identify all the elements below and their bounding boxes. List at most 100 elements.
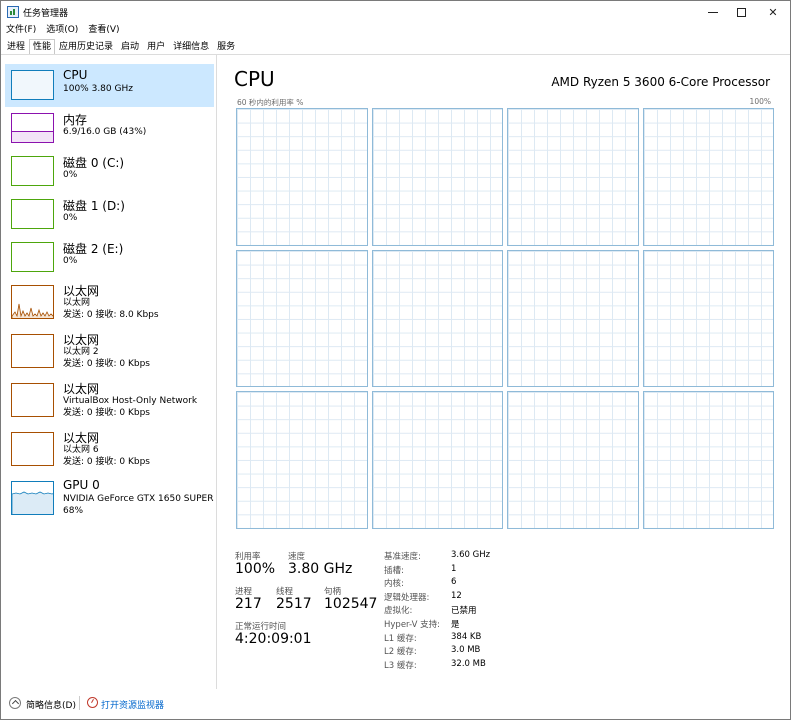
sidebar-item-title: 磁盘 1 (D:) — [63, 199, 125, 213]
fewer-details-link[interactable]: 简略信息(D) — [26, 698, 76, 711]
handles-value: 102547 — [324, 596, 378, 612]
spec-value: 384 KB — [451, 631, 482, 642]
tab-performance[interactable]: 性能 — [29, 39, 56, 55]
tab-bar: 进程 性能 应用历史记录 启动 用户 详细信息 服务 — [3, 39, 239, 55]
logical-processor-graph — [371, 108, 503, 246]
sidebar-item-disk-0[interactable]: 磁盘 0 (C:) 0% — [5, 150, 214, 193]
spec-label: 逻辑处理器: — [384, 592, 430, 603]
gpu-thumbnail-graph — [11, 481, 54, 515]
sidebar-item-memory[interactable]: 内存 6.9/16.0 GB (43%) — [5, 107, 214, 150]
processor-name: AMD Ryzen 5 3600 6-Core Processor — [551, 75, 770, 89]
sidebar-item-subtitle: 以太网 2 — [63, 347, 99, 357]
spec-value: 3.60 GHz — [451, 550, 491, 560]
open-resource-monitor-link[interactable]: 打开资源监视器 — [101, 698, 164, 711]
spec-label: L2 缓存: — [384, 647, 417, 658]
sidebar-item-subtitle: VirtualBox Host-Only Network — [63, 396, 198, 406]
sidebar-item-subtitle: NVIDIA GeForce GTX 1650 SUPER — [63, 494, 214, 504]
ethernet-thumbnail-graph — [11, 285, 54, 319]
sidebar-item-subtitle: 以太网 6 — [63, 445, 99, 455]
tab-startup[interactable]: 启动 — [117, 39, 143, 55]
disk-thumbnail-graph — [11, 199, 54, 229]
menu-view[interactable]: 查看(V) — [88, 23, 119, 39]
menu-options[interactable]: 选项(O) — [46, 23, 78, 39]
spec-value: 是 — [451, 620, 460, 630]
sidebar-item-title: 磁盘 2 (E:) — [63, 242, 124, 256]
disk-thumbnail-graph — [11, 156, 54, 186]
close-icon[interactable]: ✕ — [758, 1, 788, 23]
memory-thumbnail-graph — [11, 113, 54, 143]
processes-value: 217 — [235, 596, 262, 612]
spec-label: 虚拟化: — [384, 606, 413, 617]
title-bar: 任务管理器 ✕ — [1, 1, 790, 23]
spec-value: 1 — [451, 563, 457, 574]
logical-processor-graph — [371, 391, 503, 529]
sidebar-item-title: CPU — [63, 68, 88, 82]
spec-label: 基准速度: — [384, 552, 421, 562]
ethernet-thumbnail-graph — [11, 383, 54, 417]
page-title: CPU — [234, 67, 275, 91]
menu-file[interactable]: 文件(F) — [6, 23, 36, 39]
sidebar-item-subtitle: 以太网 — [63, 298, 91, 308]
spec-value: 6 — [451, 577, 457, 588]
maximize-icon[interactable] — [726, 1, 756, 23]
sidebar-item-disk-1[interactable]: 磁盘 1 (D:) 0% — [5, 193, 214, 236]
sidebar-item-title: 以太网 — [63, 333, 100, 347]
spec-value: 32.0 MB — [451, 658, 486, 669]
chevron-up-icon[interactable] — [9, 697, 21, 709]
resource-sidebar: CPU 100% 3.80 GHz 内存 6.9/16.0 GB (43%) 磁… — [1, 55, 217, 689]
spec-value: 3.0 MB — [451, 645, 481, 656]
resource-monitor-icon[interactable] — [87, 697, 98, 708]
sidebar-item-throughput: 发送: 0 接收: 0 Kbps — [63, 408, 150, 418]
logical-processor-graph — [236, 391, 368, 529]
spec-label: Hyper-V 支持: — [384, 620, 440, 630]
spec-label: 内核: — [384, 579, 404, 590]
logical-processor-graph — [642, 108, 774, 246]
tab-app-history[interactable]: 应用历史记录 — [55, 39, 117, 55]
sidebar-item-ethernet-2[interactable]: 以太网 以太网 2 发送: 0 接收: 0 Kbps — [5, 328, 214, 377]
sidebar-item-throughput: 发送: 0 接收: 8.0 Kbps — [63, 310, 159, 320]
sidebar-item-disk-2[interactable]: 磁盘 2 (E:) 0% — [5, 236, 214, 279]
spec-value: 12 — [451, 590, 462, 601]
sidebar-item-ethernet-6[interactable]: 以太网 以太网 6 发送: 0 接收: 0 Kbps — [5, 426, 214, 475]
sidebar-item-title: 以太网 — [63, 284, 100, 298]
sidebar-item-cpu[interactable]: CPU 100% 3.80 GHz — [5, 64, 214, 107]
sidebar-item-title: GPU 0 — [63, 478, 100, 492]
minimize-icon[interactable] — [698, 1, 728, 23]
logical-processor-graph — [642, 249, 774, 388]
sidebar-item-ethernet[interactable]: 以太网 以太网 发送: 0 接收: 8.0 Kbps — [5, 279, 214, 328]
speed-value: 3.80 GHz — [288, 561, 353, 577]
sidebar-item-utilization: 68% — [63, 506, 84, 516]
spec-label: 插槽: — [384, 565, 404, 576]
spec-value: 已禁用 — [451, 606, 477, 617]
task-manager-window: 任务管理器 ✕ 文件(F) 选项(O) 查看(V) 进程 性能 应用历史记录 启… — [0, 0, 791, 720]
tab-processes[interactable]: 进程 — [3, 39, 29, 55]
logical-processor-graph — [371, 249, 503, 388]
spec-label: L1 缓存: — [384, 633, 417, 644]
task-manager-app-icon — [7, 6, 19, 18]
uptime-value: 4:20:09:01 — [235, 631, 312, 647]
logical-processor-graph — [507, 108, 639, 246]
sidebar-item-subtitle: 0% — [63, 170, 78, 180]
ethernet-thumbnail-graph — [11, 432, 54, 466]
graph-axis-caption: 60 秒内的利用率 % — [237, 98, 304, 107]
sidebar-item-subtitle: 0% — [63, 256, 78, 266]
ethernet-thumbnail-graph — [11, 334, 54, 368]
utilization-value: 100% — [235, 561, 276, 577]
sidebar-item-title: 磁盘 0 (C:) — [63, 156, 125, 170]
logical-processor-graph — [507, 249, 639, 388]
tab-details[interactable]: 详细信息 — [169, 39, 213, 55]
footer-divider — [79, 696, 80, 710]
threads-value: 2517 — [276, 596, 312, 612]
graph-axis-max: 100% — [749, 97, 771, 106]
footer-bar: 简略信息(D) 打开资源监视器 — [1, 691, 790, 719]
cpu-thumbnail-graph — [11, 70, 54, 100]
sidebar-item-ethernet-virtualbox[interactable]: 以太网 VirtualBox Host-Only Network 发送: 0 接… — [5, 377, 214, 426]
tab-users[interactable]: 用户 — [143, 39, 169, 55]
logical-processor-graphs[interactable] — [236, 108, 774, 529]
sidebar-item-throughput: 发送: 0 接收: 0 Kbps — [63, 457, 150, 467]
sidebar-item-subtitle: 0% — [63, 213, 78, 223]
tab-services[interactable]: 服务 — [213, 39, 239, 55]
sidebar-item-throughput: 发送: 0 接收: 0 Kbps — [63, 359, 150, 369]
spec-label: L3 缓存: — [384, 660, 417, 671]
sidebar-item-gpu-0[interactable]: GPU 0 NVIDIA GeForce GTX 1650 SUPER 68% — [5, 475, 214, 524]
